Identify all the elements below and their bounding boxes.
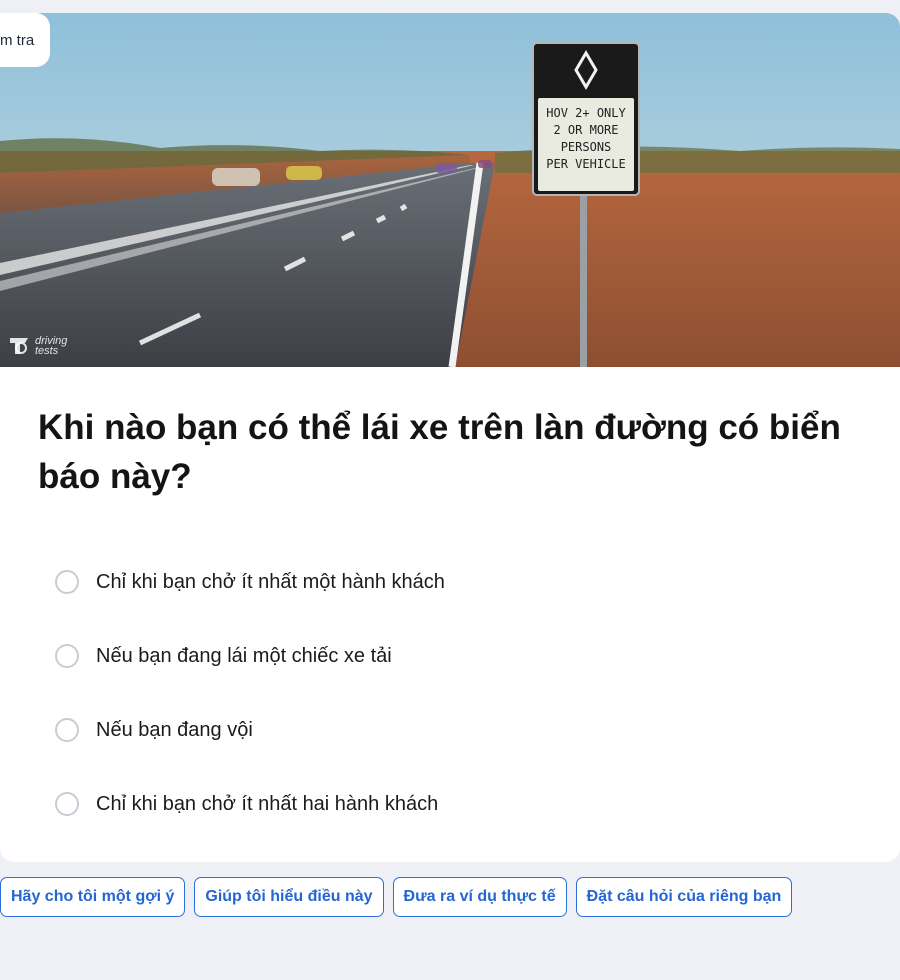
answer-label: Chỉ khi bạn chở ít nhất một hành khách [96, 570, 445, 593]
answer-label: Nếu bạn đang vội [96, 718, 253, 741]
answer-list: Chỉ khi bạn chở ít nhất một hành khách N… [55, 545, 855, 841]
watermark-text: driving tests [35, 335, 68, 357]
tab-chip-label: m tra [0, 31, 35, 49]
tab-chip[interactable]: m tra [0, 13, 51, 67]
suggestion-example-button[interactable]: Đưa ra ví dụ thực tế [392, 877, 567, 917]
answer-label: Nếu bạn đang lái một chiếc xe tải [96, 644, 392, 667]
radio-button[interactable] [55, 644, 79, 668]
question-image: HOV 2+ ONLY 2 OR MORE PERSONS PER VEHICL… [0, 13, 900, 367]
sign-text-line-2: 2 OR MORE [553, 123, 619, 137]
sign-text-line-1: HOV 2+ ONLY [546, 106, 626, 120]
question-card: HOV 2+ ONLY 2 OR MORE PERSONS PER VEHICL… [0, 13, 900, 862]
answer-label: Chỉ khi bạn chở ít nhất hai hành khách [96, 792, 439, 815]
answer-option-3[interactable]: Nếu bạn đang vội [55, 693, 855, 767]
question-text: Khi nào bạn có thể lái xe trên làn đường… [38, 408, 841, 496]
answer-option-1[interactable]: Chỉ khi bạn chở ít nhất một hành khách [55, 545, 855, 619]
sign-text-line-4: PER VEHICLE [546, 157, 626, 171]
answer-option-4[interactable]: Chỉ khi bạn chở ít nhất hai hành khách [55, 767, 855, 841]
suggestion-chips: Hãy cho tôi một gợi ý Giúp tôi hiểu điều… [0, 877, 793, 917]
radio-button[interactable] [55, 570, 79, 594]
suggestion-explain-button[interactable]: Giúp tôi hiểu điều này [194, 877, 384, 917]
suggestion-ask-own-button[interactable]: Đặt câu hỏi của riêng bạn [575, 877, 793, 917]
radio-button[interactable] [55, 718, 79, 742]
road-scene-illustration [0, 13, 900, 367]
radio-button[interactable] [55, 792, 79, 816]
watermark-logo: driving tests [8, 335, 77, 357]
sign-text-line-3: PERSONS [560, 140, 612, 154]
answer-option-2[interactable]: Nếu bạn đang lái một chiếc xe tải [55, 619, 855, 693]
driving-tests-logo-icon [10, 338, 28, 354]
suggestion-hint-button[interactable]: Hãy cho tôi một gợi ý [0, 877, 186, 917]
